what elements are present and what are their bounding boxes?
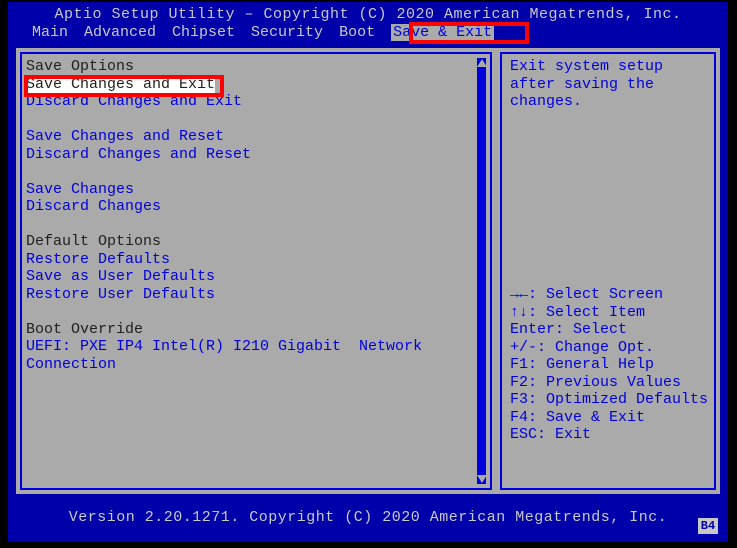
item-save-changes[interactable]: Save Changes <box>26 181 490 199</box>
item-discard-changes-reset[interactable]: Discard Changes and Reset <box>26 146 490 164</box>
key-hints: →←: Select Screen ↑↓: Select Item Enter:… <box>510 286 714 444</box>
hint-esc-exit: ESC: Exit <box>510 426 714 444</box>
heading-default-options: Default Options <box>26 233 490 251</box>
menu-pane: Save Options Save Changes and Exit Disca… <box>16 48 496 494</box>
item-save-changes-reset[interactable]: Save Changes and Reset <box>26 128 490 146</box>
tab-security[interactable]: Security <box>251 24 323 41</box>
item-restore-defaults[interactable]: Restore Defaults <box>26 251 490 269</box>
item-discard-changes[interactable]: Discard Changes <box>26 198 490 216</box>
item-save-user-defaults[interactable]: Save as User Defaults <box>26 268 490 286</box>
tab-save-exit[interactable]: Save & Exit <box>391 24 494 41</box>
scroll-down-icon[interactable] <box>477 475 487 483</box>
hint-optimized-defaults: F3: Optimized Defaults <box>510 391 714 409</box>
tab-bar: Main Advanced Chipset Security Boot Save… <box>8 24 728 43</box>
hint-general-help: F1: General Help <box>510 356 714 374</box>
bios-screen: Aptio Setup Utility – Copyright (C) 2020… <box>8 2 728 542</box>
tab-boot[interactable]: Boot <box>339 24 375 41</box>
scroll-up-icon[interactable] <box>477 59 487 67</box>
body-area: Save Options Save Changes and Exit Disca… <box>16 48 720 494</box>
hint-select-screen: →←: Select Screen <box>510 286 714 304</box>
hint-save-exit: F4: Save & Exit <box>510 409 714 427</box>
tab-advanced[interactable]: Advanced <box>84 24 156 41</box>
hint-select-item: ↑↓: Select Item <box>510 304 714 322</box>
item-save-changes-exit[interactable]: Save Changes and Exit <box>26 76 215 94</box>
heading-save-options: Save Options <box>26 58 490 76</box>
item-boot-override-uefi-pxe[interactable]: UEFI: PXE IP4 Intel(R) I210 Gigabit Netw… <box>26 338 456 373</box>
scrollbar[interactable] <box>477 58 486 484</box>
heading-boot-override: Boot Override <box>26 321 490 339</box>
item-restore-user-defaults[interactable]: Restore User Defaults <box>26 286 490 304</box>
hint-enter-select: Enter: Select <box>510 321 714 339</box>
tab-main[interactable]: Main <box>32 24 68 41</box>
item-discard-changes-exit[interactable]: Discard Changes and Exit <box>26 93 490 111</box>
hint-change-opt: +/-: Change Opt. <box>510 339 714 357</box>
corner-badge: B4 <box>698 518 718 534</box>
help-text: Exit system setup after saving the chang… <box>510 58 714 111</box>
hint-previous-values: F2: Previous Values <box>510 374 714 392</box>
tab-chipset[interactable]: Chipset <box>172 24 235 41</box>
help-pane: Exit system setup after saving the chang… <box>496 48 720 494</box>
title-bar: Aptio Setup Utility – Copyright (C) 2020… <box>8 2 728 24</box>
footer-version: Version 2.20.1271. Copyright (C) 2020 Am… <box>16 503 720 536</box>
